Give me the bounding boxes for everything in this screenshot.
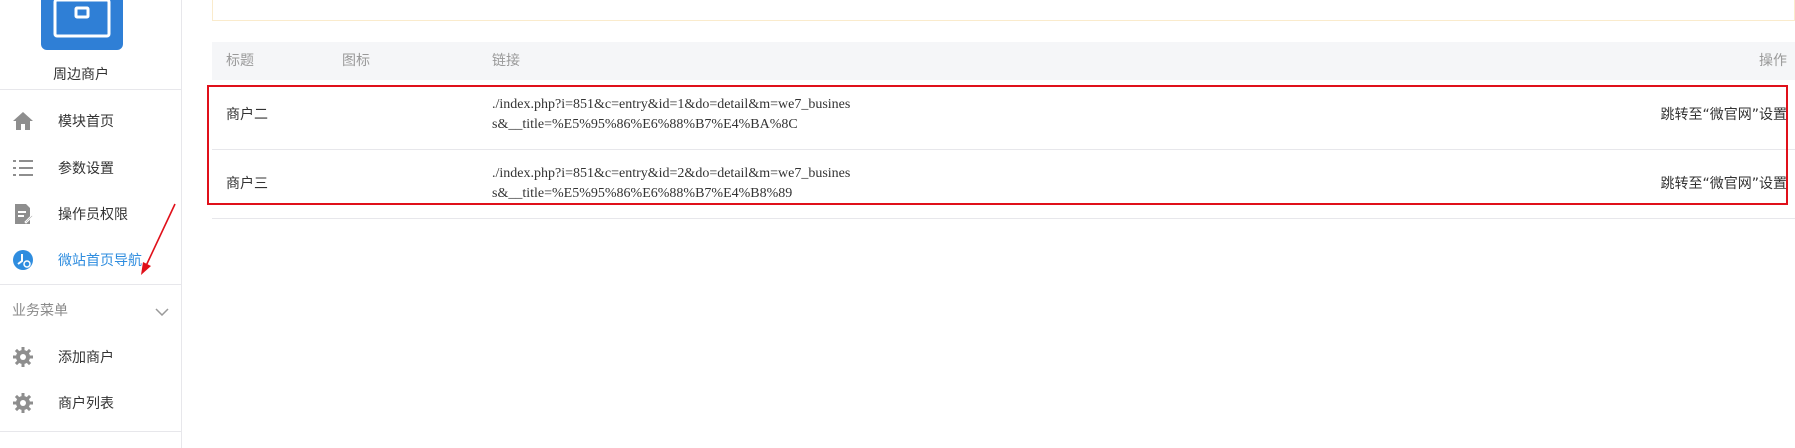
briefcase-icon: [53, 0, 111, 38]
sidebar-item-label: 参数设置: [58, 161, 114, 177]
divider: [0, 89, 181, 90]
clock-icon: [12, 249, 34, 271]
gear-icon: [12, 392, 34, 414]
goto-microsite-settings-link[interactable]: 跳转至“微官网”设置: [1660, 150, 1787, 218]
sidebar-item-label: 操作员权限: [58, 207, 128, 223]
module-name: 周边商户: [53, 67, 109, 83]
sidebar-item-params[interactable]: 参数设置: [0, 146, 181, 190]
list-icon: [12, 157, 34, 179]
row-link: ./index.php?i=851&c=entry&id=2&do=detail…: [492, 166, 851, 201]
chevron-down-icon: [155, 301, 169, 320]
table-row: 商户二 ./index.php?i=851&c=entry&id=1&do=de…: [212, 81, 1795, 150]
home-icon: [12, 110, 34, 132]
sidebar-item-label: 添加商户: [58, 350, 114, 366]
gear-icon: [12, 346, 34, 368]
column-header-icon: 图标: [342, 53, 370, 69]
sidebar-item-module-home[interactable]: 模块首页: [0, 99, 181, 143]
column-header-action: 操作: [1759, 53, 1787, 69]
annotation-arrow: [141, 203, 176, 275]
document-edit-icon: [12, 203, 34, 225]
goto-microsite-settings-link[interactable]: 跳转至“微官网”设置: [1660, 81, 1787, 149]
sidebar-item-merchant-list[interactable]: 商户列表: [0, 381, 181, 425]
sidebar-item-label: 微站首页导航: [58, 253, 142, 269]
row-link: ./index.php?i=851&c=entry&id=1&do=detail…: [492, 97, 851, 132]
divider: [0, 431, 181, 432]
table-row: 商户三 ./index.php?i=851&c=entry&id=2&do=de…: [212, 150, 1795, 219]
sidebar-item-label: 模块首页: [58, 114, 114, 130]
row-title: 商户二: [226, 107, 268, 123]
row-title: 商户三: [226, 176, 268, 192]
divider: [0, 284, 181, 285]
column-header-title: 标题: [226, 53, 254, 69]
menu-group-business[interactable]: 业务菜单: [0, 295, 181, 325]
notice-bar: [212, 0, 1795, 21]
table-header: 标题 图标 链接 操作: [212, 42, 1795, 80]
sidebar-item-label: 商户列表: [58, 396, 114, 412]
column-header-link: 链接: [492, 53, 520, 69]
module-logo: [41, 0, 123, 50]
menu-group-label: 业务菜单: [12, 303, 68, 319]
sidebar-item-add-merchant[interactable]: 添加商户: [0, 335, 181, 379]
